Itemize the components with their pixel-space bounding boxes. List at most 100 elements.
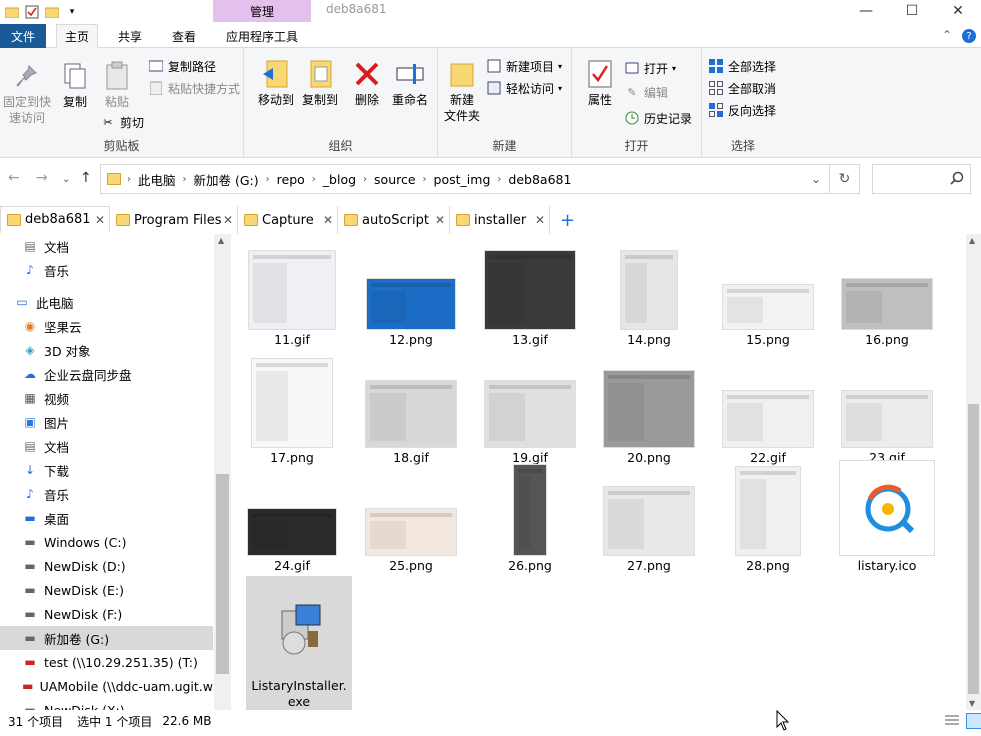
file-item[interactable]: 20.png [599, 352, 699, 466]
cut-button[interactable]: ✂ 剪切 [100, 112, 144, 132]
history-button[interactable]: 历史记录 [624, 108, 692, 128]
file-item[interactable]: 25.png [361, 460, 461, 574]
rename-button[interactable]: 重命名 [388, 58, 432, 108]
scroll-up-icon[interactable]: ▲ [969, 236, 975, 245]
back-arrow-icon[interactable]: ← [8, 170, 20, 186]
file-item[interactable]: 26.png [480, 460, 580, 574]
scroll-down-icon[interactable]: ▼ [969, 699, 975, 708]
expand-ribbon-icon[interactable]: ⌃ [942, 28, 952, 42]
tab-view[interactable]: 查看 [162, 24, 206, 48]
select-all-button[interactable]: 全部选择 [708, 56, 776, 76]
refresh-button[interactable]: ↻ [829, 164, 860, 194]
move-to-button[interactable]: 移动到 [254, 58, 298, 108]
nav-item[interactable]: ▤ 文档 [0, 234, 213, 258]
nav-item[interactable]: ▬ NewDisk (X:) [0, 698, 213, 711]
select-none-button[interactable]: 全部取消 [708, 78, 776, 98]
breadcrumb-drive-g[interactable]: 新加卷 (G:) [194, 170, 259, 189]
nav-item[interactable]: ▤ 文档 [0, 434, 213, 458]
close-tab-icon[interactable]: ✕ [435, 213, 445, 227]
up-arrow-icon[interactable]: ↑ [80, 170, 92, 186]
pin-quick-access-button[interactable]: 固定到快速访问 [2, 60, 52, 126]
forward-arrow-icon[interactable]: → [36, 170, 48, 186]
close-tab-icon[interactable]: ✕ [223, 213, 233, 227]
breadcrumb-post-img[interactable]: post_img [434, 172, 491, 187]
file-item[interactable]: listary.ico [837, 460, 937, 574]
qat-dropdown-icon[interactable]: ▾ [64, 4, 80, 20]
tab-program-files[interactable]: Program Files ✕ [110, 206, 238, 234]
tab-share[interactable]: 共享 [108, 24, 152, 48]
tab-capture[interactable]: Capture ✕ [238, 206, 338, 234]
file-item[interactable]: 17.png [242, 352, 342, 466]
nav-item[interactable]: ▬ NewDisk (F:) [0, 602, 213, 626]
content-scrollbar[interactable]: ▲ ▼ [966, 234, 981, 710]
file-item[interactable]: 15.png [718, 234, 818, 348]
close-tab-icon[interactable]: ✕ [95, 213, 105, 227]
file-item[interactable]: 23.gif [837, 352, 937, 466]
file-item[interactable]: ListaryInstaller. exe [246, 576, 352, 710]
paste-button[interactable]: 粘贴 [98, 60, 136, 110]
add-tab-button[interactable]: + [560, 206, 575, 234]
breadcrumb-repo[interactable]: repo [277, 172, 305, 187]
file-item[interactable]: 16.png [837, 234, 937, 348]
tab-autoscript[interactable]: autoScript ✕ [338, 206, 450, 234]
nav-item[interactable]: ▣ 图片 [0, 410, 213, 434]
properties-button[interactable]: 属性 [582, 58, 618, 108]
paste-shortcut-button[interactable]: 粘贴快捷方式 [148, 78, 240, 98]
nav-item[interactable]: ▬ 桌面 [0, 506, 213, 530]
large-icons-view-icon[interactable] [966, 713, 981, 729]
new-item-button[interactable]: 新建项目 ▾ [486, 56, 562, 76]
nav-scroll-thumb[interactable] [216, 474, 229, 674]
address-dropdown-icon[interactable]: ⌄ [811, 172, 821, 186]
copy-to-button[interactable]: 复制到 [298, 58, 342, 108]
file-item[interactable]: 12.png [361, 234, 461, 348]
breadcrumb-blog[interactable]: _blog [323, 172, 356, 187]
nav-item[interactable]: ◈ 3D 对象 [0, 338, 213, 362]
minimize-button[interactable]: — [843, 0, 889, 22]
file-item[interactable]: 18.gif [361, 352, 461, 466]
context-tab-manage[interactable]: 管理 [213, 0, 311, 22]
file-item[interactable]: 22.gif [718, 352, 818, 466]
file-item[interactable]: 28.png [718, 460, 818, 574]
edit-button[interactable]: ✎ 编辑 [624, 82, 668, 102]
nav-item[interactable]: ▦ 视频 [0, 386, 213, 410]
tab-application-tools[interactable]: 应用程序工具 [213, 24, 311, 48]
file-item[interactable]: 19.gif [480, 352, 580, 466]
nav-item[interactable]: ▬ test (\\10.29.251.35) (T:) [0, 650, 213, 674]
help-icon[interactable]: ? [962, 29, 976, 43]
scroll-up-icon[interactable]: ▲ [218, 236, 224, 245]
breadcrumb-current[interactable]: deb8a681 [508, 172, 571, 187]
tab-deb8a681[interactable]: deb8a681 ✕ [0, 206, 110, 234]
close-tab-icon[interactable]: ✕ [535, 213, 545, 227]
nav-item[interactable]: ▭ 此电脑 [0, 290, 213, 314]
content-scroll-thumb[interactable] [968, 404, 979, 694]
nav-item[interactable]: ▬ 新加卷 (G:) [0, 626, 213, 650]
delete-button[interactable]: 删除 [350, 58, 384, 108]
file-item[interactable]: 13.gif [480, 234, 580, 348]
maximize-button[interactable]: ☐ [889, 0, 935, 22]
nav-item[interactable]: ▬ NewDisk (E:) [0, 578, 213, 602]
copy-path-button[interactable]: 复制路径 [148, 56, 216, 76]
search-input[interactable] [872, 164, 971, 194]
nav-item[interactable]: ▬ NewDisk (D:) [0, 554, 213, 578]
breadcrumb-this-pc[interactable]: 此电脑 [138, 170, 176, 189]
tab-home[interactable]: 主页 [56, 24, 98, 48]
copy-button[interactable]: 复制 [56, 60, 94, 110]
breadcrumb-source[interactable]: source [374, 172, 416, 187]
file-item[interactable]: 11.gif [242, 234, 342, 348]
easy-access-button[interactable]: 轻松访问 ▾ [486, 78, 562, 98]
new-folder-button[interactable]: 新建 文件夹 [442, 58, 482, 124]
nav-item[interactable]: ▬ Windows (C:) [0, 530, 213, 554]
nav-scrollbar[interactable]: ▲ [214, 234, 231, 710]
file-item[interactable]: 27.png [599, 460, 699, 574]
close-button[interactable]: ✕ [935, 0, 981, 22]
open-button[interactable]: 打开 ▾ [624, 58, 676, 78]
nav-item[interactable]: ▬ UAMobile (\\ddc-uam.ugit.w [0, 674, 213, 698]
file-item[interactable]: 14.png [599, 234, 699, 348]
nav-item[interactable]: ☁ 企业云盘同步盘 [0, 362, 213, 386]
file-item[interactable]: 24.gif [242, 460, 342, 574]
nav-item[interactable]: ♪ 音乐 [0, 482, 213, 506]
nav-item[interactable]: ◉ 坚果云 [0, 314, 213, 338]
recent-locations-icon[interactable]: ⌄ [62, 174, 70, 185]
tab-installer[interactable]: installer ✕ [450, 206, 550, 234]
address-box[interactable]: › 此电脑 › 新加卷 (G:) › repo › _blog › source… [100, 164, 830, 194]
